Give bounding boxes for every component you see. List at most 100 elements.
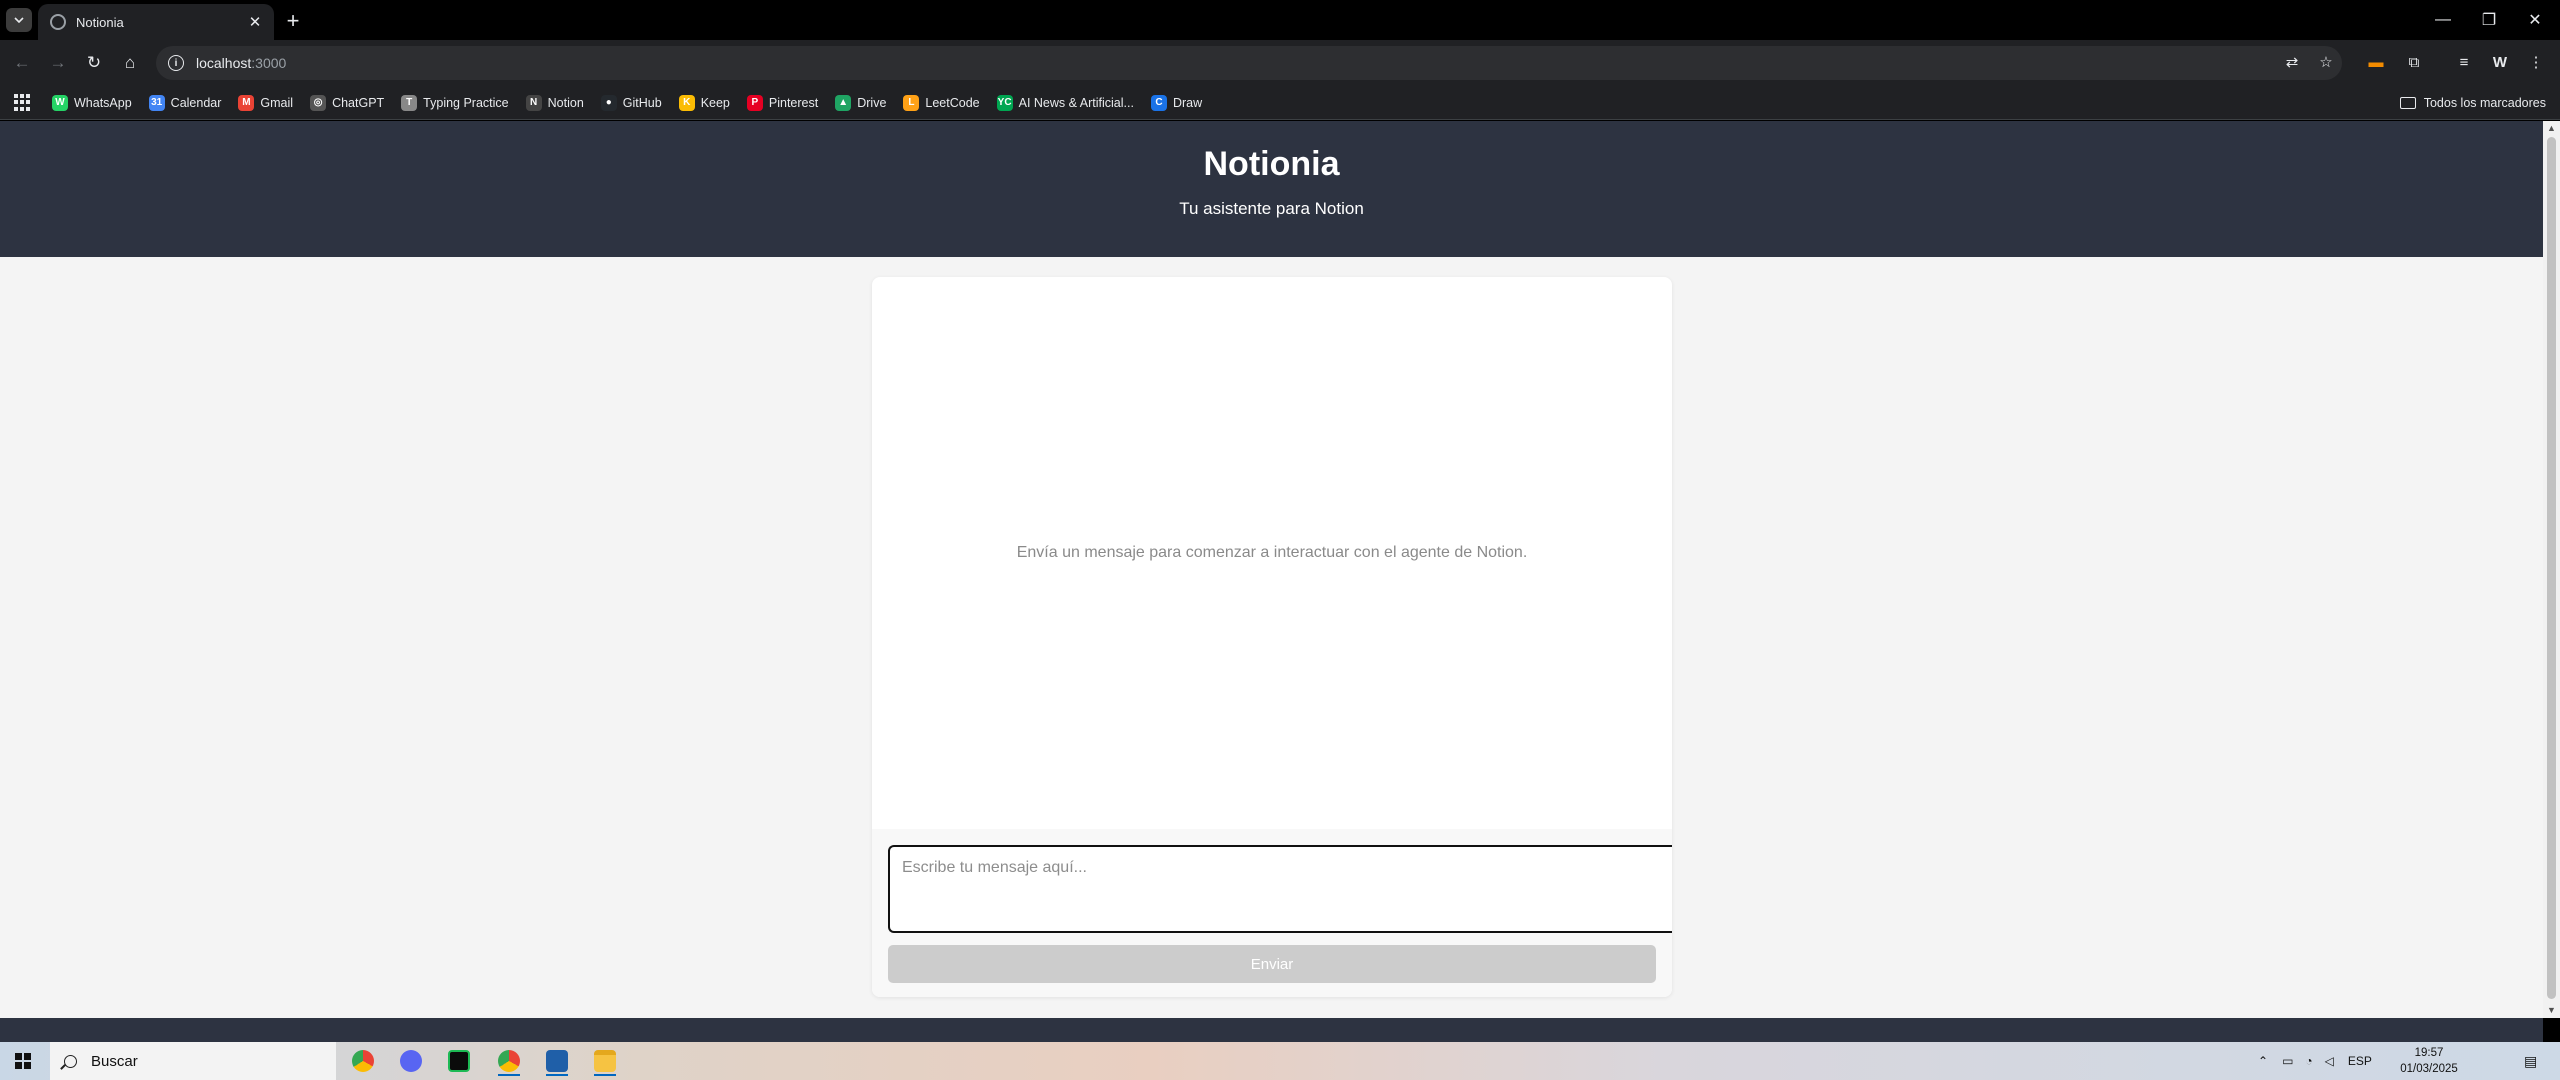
bookmark-label: GitHub — [622, 95, 662, 110]
page-scrollbar[interactable]: ▲ ▼ — [2543, 121, 2560, 1018]
bookmark-chatgpt[interactable]: ◎ ChatGPT — [310, 94, 385, 111]
reload-button[interactable]: ↻ — [82, 51, 106, 75]
url-host: localhost — [196, 55, 252, 71]
bookmark-notion[interactable]: N Notion — [525, 94, 584, 111]
bookmark-github[interactable]: ● GitHub — [600, 94, 662, 111]
bookmark-favicon-icon: 31 — [148, 94, 165, 111]
globe-icon — [50, 14, 66, 30]
chevron-down-icon — [14, 17, 24, 23]
scrollbar-thumb[interactable] — [2547, 137, 2556, 999]
bookmark-label: Notion — [547, 95, 584, 110]
bookmark-favicon-icon: P — [746, 94, 763, 111]
taskbar-search-label: Buscar — [91, 1052, 138, 1070]
bookmark-favicon-icon: M — [238, 94, 255, 111]
bookmark-ai-news-artificial[interactable]: YC AI News & Artificial... — [996, 94, 1134, 111]
taskbar-app-green[interactable] — [442, 1046, 476, 1076]
translate-icon[interactable]: ⇄ — [2278, 48, 2306, 76]
address-bar[interactable]: i localhost:3000 — [156, 46, 2342, 80]
volume-icon[interactable]: ◁ — [2325, 1054, 2334, 1068]
star-bookmark-icon[interactable]: ☆ — [2312, 48, 2340, 76]
profile-avatar-icon[interactable]: W — [2486, 48, 2514, 76]
chrome-profile-icon — [498, 1050, 520, 1072]
bookmark-label: Drive — [857, 95, 887, 110]
extensions-puzzle-icon[interactable]: ⧉ — [2400, 48, 2428, 76]
taskbar-discord[interactable] — [394, 1046, 428, 1076]
bookmark-drive[interactable]: ▲ Drive — [835, 94, 887, 111]
chevron-up-icon[interactable]: ⌃ — [2258, 1054, 2268, 1068]
bookmark-calendar[interactable]: 31 Calendar — [148, 94, 222, 111]
bookmark-draw[interactable]: C Draw — [1150, 94, 1202, 111]
bookmark-label: Keep — [700, 95, 730, 110]
bookmark-label: ChatGPT — [332, 95, 385, 110]
bookmark-favicon-icon: C — [1150, 94, 1167, 111]
all-bookmarks-label: Todos los marcadores — [2423, 96, 2546, 110]
menu-kebab-icon[interactable]: ⋮ — [2522, 48, 2550, 76]
taskbar-clock[interactable]: 19:57 01/03/2025 — [2384, 1045, 2474, 1077]
site-info-icon[interactable]: i — [168, 55, 184, 71]
restore-button[interactable]: ❐ — [2466, 0, 2512, 40]
chrome-icon — [352, 1050, 374, 1072]
battery-icon[interactable]: ▭ — [2282, 1054, 2293, 1068]
bookmark-pinterest[interactable]: P Pinterest — [746, 94, 819, 111]
empty-state-message: Envía un mensaje para comenzar a interac… — [1016, 544, 1528, 561]
scroll-up-icon[interactable]: ▲ — [2547, 123, 2556, 133]
scroll-down-icon[interactable]: ▼ — [2547, 1005, 2556, 1015]
bookmark-favicon-icon: ● — [600, 94, 617, 111]
tab-title: Notionia — [76, 14, 124, 30]
minimize-button[interactable]: — — [2420, 0, 2466, 40]
taskbar-chrome-profile[interactable] — [492, 1046, 526, 1076]
bookmark-typing-practice[interactable]: T Typing Practice — [401, 94, 509, 111]
home-button[interactable]: ⌂ — [118, 51, 142, 75]
extension-icon[interactable]: ▬ — [2362, 48, 2390, 76]
bookmark-label: Pinterest — [768, 95, 819, 110]
media-controls-icon[interactable]: ≡ — [2450, 48, 2478, 76]
new-tab-button[interactable]: + — [280, 8, 306, 34]
taskbar-file-explorer[interactable] — [588, 1046, 622, 1076]
forward-button[interactable]: → — [46, 51, 70, 75]
clock-date: 01/03/2025 — [2400, 1063, 2458, 1075]
back-button[interactable]: ← — [10, 51, 34, 75]
windows-taskbar: Buscar ⌃ ▭ ◔ ◁ ESP 19:57 01/03/2025 ▤ — [0, 1042, 2560, 1080]
folder-icon — [594, 1050, 616, 1072]
bookmark-favicon-icon: L — [903, 94, 920, 111]
language-indicator[interactable]: ESP — [2348, 1054, 2372, 1068]
bookmark-label: Typing Practice — [423, 95, 509, 110]
bookmark-favicon-icon: K — [678, 94, 695, 111]
app-title: Notionia — [1203, 145, 1340, 183]
bookmark-keep[interactable]: K Keep — [678, 94, 730, 111]
terminal-icon — [448, 1050, 470, 1072]
apps-grid-icon[interactable] — [14, 93, 32, 112]
bookmark-gmail[interactable]: M Gmail — [238, 94, 294, 111]
bookmark-whatsapp[interactable]: W WhatsApp — [52, 94, 132, 111]
taskbar-chrome[interactable] — [346, 1046, 380, 1076]
powershell-icon — [546, 1050, 568, 1072]
send-button[interactable]: Enviar — [888, 945, 1656, 983]
discord-icon — [400, 1050, 422, 1072]
browser-tab[interactable]: Notionia ✕ — [38, 4, 274, 40]
close-tab-icon[interactable]: ✕ — [246, 13, 264, 31]
message-input[interactable] — [888, 845, 1672, 933]
all-bookmarks-button[interactable]: Todos los marcadores — [2399, 86, 2546, 120]
browser-toolbar: ← → ↻ ⌂ i localhost:3000 ⇄ ☆ ▬ ⧉ ≡ W ⋮ — [0, 40, 2560, 86]
start-button[interactable] — [0, 1042, 46, 1080]
folder-icon — [2399, 97, 2416, 109]
app-header: Notionia Tu asistente para Notion — [0, 121, 2543, 257]
tab-search-button[interactable] — [6, 8, 32, 32]
bookmark-favicon-icon: ◎ — [310, 94, 327, 111]
bookmark-label: Gmail — [260, 95, 294, 110]
app-footer-strip — [0, 1018, 2543, 1042]
taskbar-search[interactable]: Buscar — [50, 1042, 336, 1080]
taskbar-powershell[interactable] — [540, 1046, 574, 1076]
bookmark-leetcode[interactable]: L LeetCode — [903, 94, 980, 111]
bookmark-list: W WhatsApp 31 Calendar M Gmail ◎ ChatGPT T Typing… — [52, 94, 1219, 111]
bookmark-label: Calendar — [170, 95, 222, 110]
bookmark-label: AI News & Artificial... — [1018, 95, 1134, 110]
notification-icon[interactable]: ▤ — [2524, 1042, 2537, 1080]
wifi-icon[interactable]: ◔ — [2305, 1054, 2312, 1068]
chat-messages-area: Envía un mensaje para comenzar a interac… — [872, 277, 1672, 829]
windows-logo-icon — [15, 1053, 31, 1069]
url-port: :3000 — [251, 55, 287, 71]
bookmarks-bar: W WhatsApp 31 Calendar M Gmail ◎ ChatGPT T Typing… — [0, 86, 2560, 120]
bookmark-favicon-icon: ▲ — [835, 94, 852, 111]
close-window-button[interactable]: ✕ — [2512, 0, 2558, 40]
